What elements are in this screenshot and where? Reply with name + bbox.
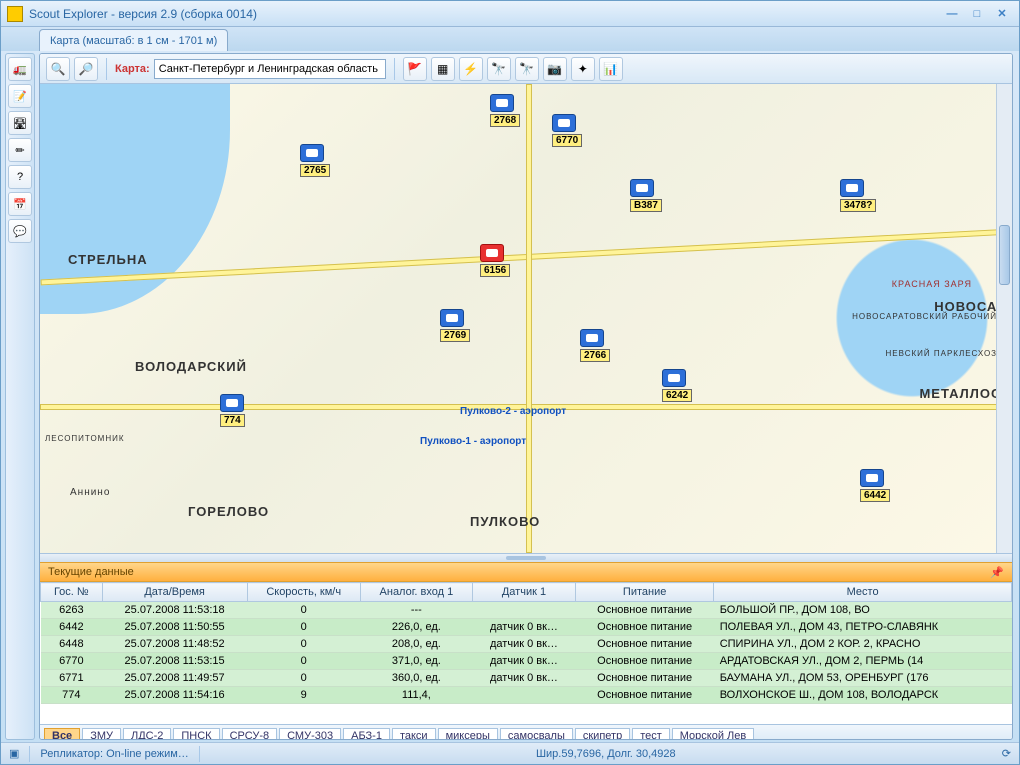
- status-replicator: Репликатор: On-line режим…: [40, 748, 188, 760]
- table-row[interactable]: 677025.07.2008 11:53:150371,0, ед.датчик…: [41, 653, 1012, 670]
- filter-tab[interactable]: тест: [632, 728, 670, 741]
- window-title: Scout Explorer - версия 2.9 (сборка 0014…: [29, 7, 938, 21]
- splitter[interactable]: [40, 554, 1012, 562]
- zoom-out-button[interactable]: 🔎: [74, 57, 98, 81]
- maximize-button[interactable]: □: [966, 5, 988, 23]
- city-strelna: СТРЕЛЬНА: [68, 252, 148, 267]
- status-refresh-icon[interactable]: ⟳: [1002, 747, 1011, 760]
- city-annino: Аннино: [70, 487, 110, 498]
- marker-2766[interactable]: 2766: [580, 329, 610, 362]
- statusbar: ▣ Репликатор: On-line режим… Шир.59,7696…: [1, 742, 1019, 764]
- filter-tab[interactable]: самосвалы: [500, 728, 573, 741]
- filter-tab[interactable]: СРСУ-8: [222, 728, 278, 741]
- marker-3478[interactable]: 3478?: [840, 179, 876, 212]
- close-button[interactable]: ✕: [991, 5, 1013, 23]
- city-volodarsky: ВОЛОДАРСКИЙ: [135, 359, 247, 374]
- filter-tab[interactable]: миксеры: [438, 728, 498, 741]
- binoculars-icon[interactable]: 🔭: [487, 57, 511, 81]
- titlebar: Scout Explorer - версия 2.9 (сборка 0014…: [1, 1, 1019, 27]
- panel-title: Текущие данные: [48, 566, 134, 578]
- pin-icon[interactable]: 📌: [990, 566, 1004, 579]
- sidebar-chat-icon[interactable]: 💬: [8, 219, 32, 243]
- status-coords: Шир.59,7696, Долг. 30,4928: [536, 748, 676, 760]
- sidebar-note-icon[interactable]: 📝: [8, 84, 32, 108]
- col-header[interactable]: Место: [714, 583, 1012, 602]
- sidebar-truck-icon[interactable]: 🚛: [8, 57, 32, 81]
- city-gorelovo: ГОРЕЛОВО: [188, 504, 269, 519]
- filter-tabs: ВсеЗМУЛДС-2ПНСКСРСУ-8СМУ-303АБЗ-1таксими…: [40, 724, 1012, 740]
- col-header[interactable]: Аналог. вход 1: [360, 583, 472, 602]
- filter-tab[interactable]: Морской Лев: [672, 728, 754, 741]
- marker-6156[interactable]: 6156: [480, 244, 510, 277]
- marker-6242[interactable]: 6242: [662, 369, 692, 402]
- document-tabs: Карта (масштаб: в 1 см - 1701 м): [1, 27, 1019, 51]
- filter-tab[interactable]: ПНСК: [173, 728, 219, 741]
- marker-774[interactable]: 774: [220, 394, 245, 427]
- col-header[interactable]: Гос. №: [41, 583, 103, 602]
- city-nevsky: НЕВСКИЙ ПАРКЛЕСХОЗ: [886, 349, 997, 358]
- col-header[interactable]: Дата/Время: [102, 583, 247, 602]
- marker-6442[interactable]: 6442: [860, 469, 890, 502]
- marker-6770[interactable]: 6770: [552, 114, 582, 147]
- airport2-label: Пулково-2 - аэропорт: [460, 406, 566, 417]
- map-select[interactable]: [154, 59, 386, 79]
- marker-2765[interactable]: 2765: [300, 144, 330, 177]
- binoculars2-icon[interactable]: 🔭: [515, 57, 539, 81]
- marker-B387[interactable]: B387: [630, 179, 662, 212]
- flag-icon[interactable]: 🚩: [403, 57, 427, 81]
- route-icon[interactable]: ⚡: [459, 57, 483, 81]
- city-pulkovo: ПУЛКОВО: [470, 514, 540, 529]
- app-icon: [7, 6, 23, 22]
- table-row[interactable]: 644225.07.2008 11:50:550226,0, ед.датчик…: [41, 619, 1012, 636]
- filter-tab[interactable]: АБЗ-1: [343, 728, 390, 741]
- sidebar: 🚛 📝 🛣 ✏ ? 📅 💬: [5, 53, 35, 740]
- zone-icon[interactable]: ▦: [431, 57, 455, 81]
- sidebar-wand-icon[interactable]: ✏: [8, 138, 32, 162]
- zoom-in-button[interactable]: 🔍: [46, 57, 70, 81]
- marker-2769[interactable]: 2769: [440, 309, 470, 342]
- compass-icon[interactable]: ✦: [571, 57, 595, 81]
- table-row[interactable]: 77425.07.2008 11:54:169111,4,Основное пи…: [41, 687, 1012, 704]
- city-krasnaya: КРАСНАЯ ЗАРЯ: [892, 279, 972, 289]
- filter-tab[interactable]: Все: [44, 728, 80, 741]
- filter-tab[interactable]: СМУ-303: [279, 728, 341, 741]
- map-canvas[interactable]: СТРЕЛЬНА ВОЛОДАРСКИЙ ГОРЕЛОВО ПУЛКОВО НО…: [40, 84, 1012, 554]
- airport1-label: Пулково-1 - аэропорт: [420, 436, 526, 447]
- map-toolbar: 🔍 🔎 Карта: 🚩 ▦ ⚡ 🔭 🔭 📷 ✦ 📊: [40, 54, 1012, 84]
- sidebar-road-icon[interactable]: 🛣: [8, 111, 32, 135]
- tab-map[interactable]: Карта (масштаб: в 1 см - 1701 м): [39, 29, 228, 51]
- content: 🔍 🔎 Карта: 🚩 ▦ ⚡ 🔭 🔭 📷 ✦ 📊 СТРЕЛЬНА ВОЛО…: [39, 53, 1013, 740]
- filter-tab[interactable]: такси: [392, 728, 436, 741]
- city-novosar-sub: НОВОСАРАТОВСКИЙ РАБОЧИЙ: [852, 312, 997, 321]
- table-row[interactable]: 644825.07.2008 11:48:520208,0, ед.датчик…: [41, 636, 1012, 653]
- col-header[interactable]: Питание: [576, 583, 714, 602]
- filter-tab[interactable]: скипетр: [575, 728, 630, 741]
- city-lesopit: ЛЕСОПИТОМНИК: [45, 434, 125, 443]
- table-row[interactable]: 677125.07.2008 11:49:570360,0, ед.датчик…: [41, 670, 1012, 687]
- map-scrollbar-v[interactable]: [996, 84, 1012, 553]
- schedule-icon[interactable]: 📊: [599, 57, 623, 81]
- data-panel-header: Текущие данные 📌: [40, 562, 1012, 582]
- data-grid[interactable]: Гос. №Дата/ВремяСкорость, км/чАналог. вх…: [40, 582, 1012, 724]
- camera-icon[interactable]: 📷: [543, 57, 567, 81]
- filter-tab[interactable]: ЗМУ: [82, 728, 121, 741]
- table-row[interactable]: 626325.07.2008 11:53:180---Основное пита…: [41, 602, 1012, 619]
- minimize-button[interactable]: —: [941, 5, 963, 23]
- sidebar-calendar-icon[interactable]: 📅: [8, 192, 32, 216]
- sidebar-help-icon[interactable]: ?: [8, 165, 32, 189]
- map-label: Карта:: [115, 63, 150, 75]
- col-header[interactable]: Датчик 1: [472, 583, 575, 602]
- filter-tab[interactable]: ЛДС-2: [123, 728, 171, 741]
- marker-2768[interactable]: 2768: [490, 94, 520, 127]
- col-header[interactable]: Скорость, км/ч: [247, 583, 360, 602]
